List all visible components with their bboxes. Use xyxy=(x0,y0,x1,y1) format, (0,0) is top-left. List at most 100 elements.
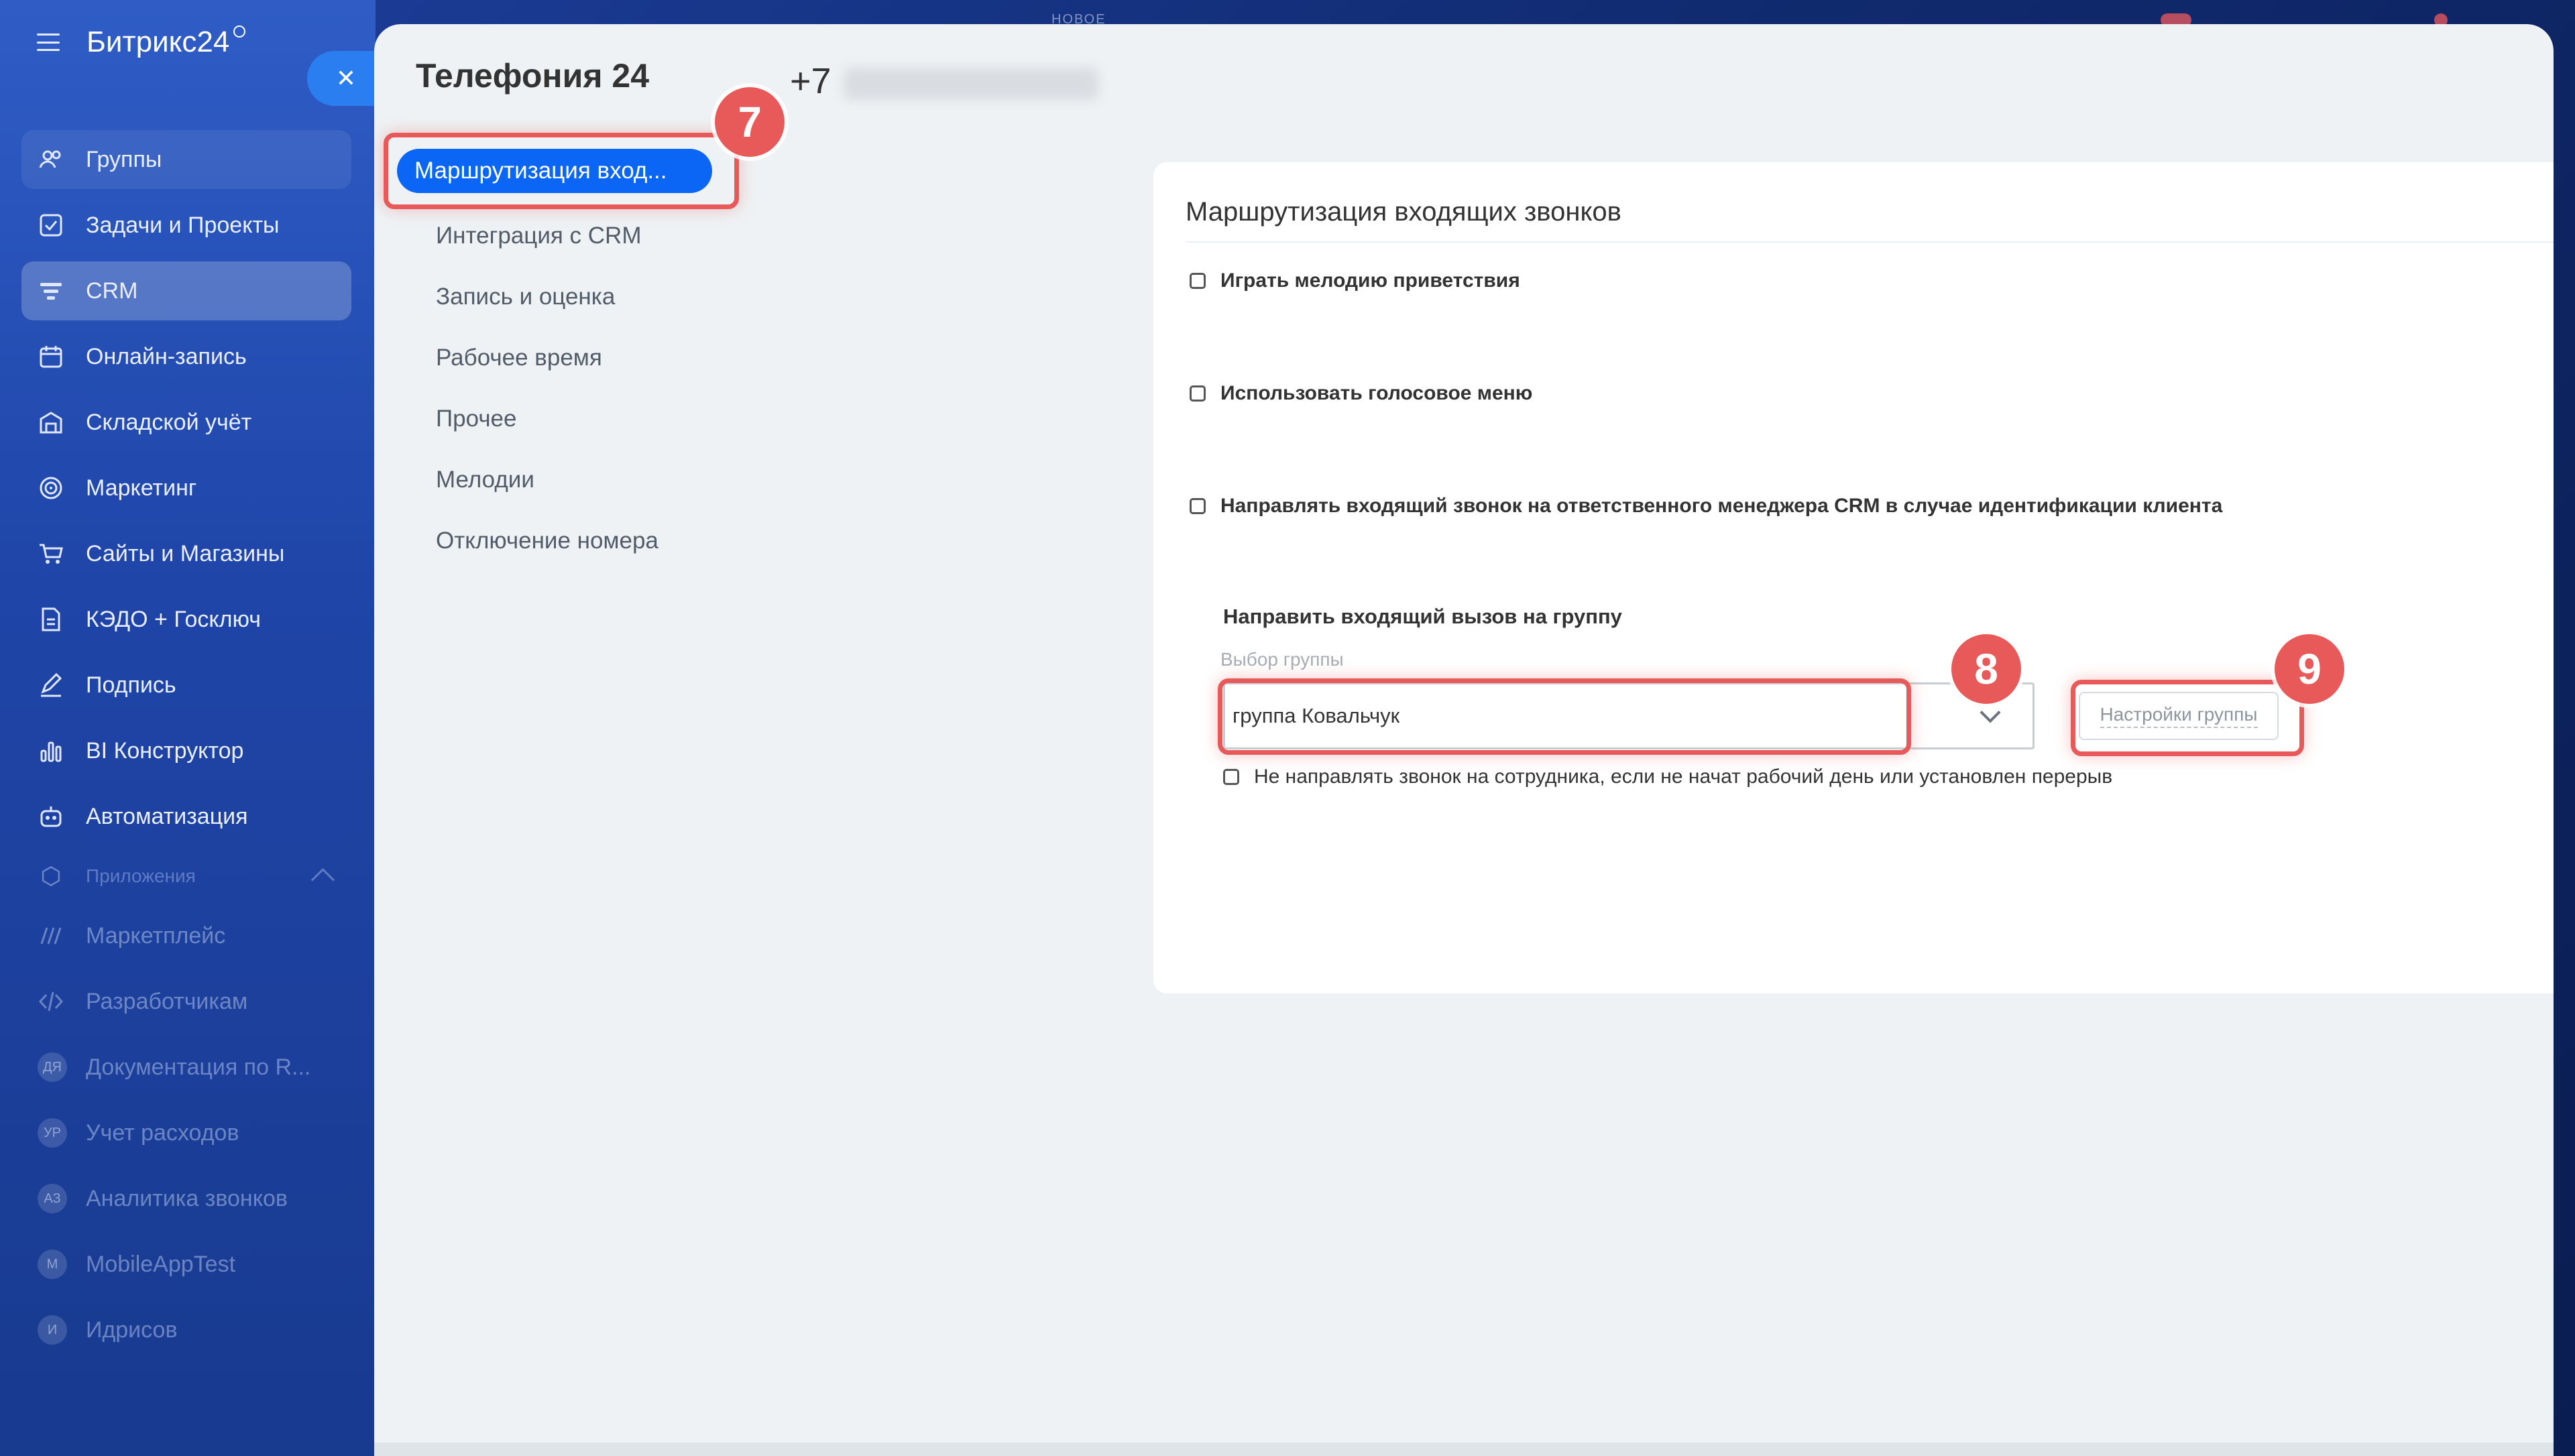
signature-icon xyxy=(38,672,64,699)
sidebar-item-label: Маркетинг xyxy=(86,475,197,501)
phone-prefix: +7 xyxy=(790,61,832,101)
sidebar-item-label: MobileAppTest xyxy=(86,1251,236,1277)
calendar-icon xyxy=(38,343,64,370)
cart-icon xyxy=(38,540,64,567)
group-select-label: Выбор группы xyxy=(1220,649,1344,670)
sidebar-item-app[interactable]: M MobileAppTest xyxy=(21,1235,351,1294)
sidebar-item-sites[interactable]: Сайты и Магазины xyxy=(21,524,351,583)
highlight-frame-7 xyxy=(384,133,739,209)
brand-name[interactable]: Битрикс24 xyxy=(87,25,229,59)
sidebar-item-label: Подпись xyxy=(86,672,176,698)
tab-working-time[interactable]: Рабочее время xyxy=(416,327,684,388)
tasks-icon xyxy=(38,212,64,239)
group-title: Направить входящий вызов на группу xyxy=(1223,605,1622,628)
sidebar-item-label: Идрисов xyxy=(86,1317,178,1343)
sidebar-item-marketing[interactable]: Маркетинг xyxy=(21,459,351,518)
robot-icon xyxy=(38,803,64,830)
marketplace-icon xyxy=(38,922,64,949)
sidebar-item-tasks[interactable]: Задачи и Проекты xyxy=(21,196,351,255)
avatar: УР xyxy=(38,1118,67,1148)
highlight-frame-8 xyxy=(1218,678,1911,755)
sidebar-item-marketplace[interactable]: Маркетплейс xyxy=(21,906,351,965)
sidebar-item-label: CRM xyxy=(86,278,138,304)
sidebar-item-label: Группы xyxy=(86,146,162,172)
sidebar-item-app[interactable]: АЗ Аналитика звонков xyxy=(21,1169,351,1228)
step-badge-8: 8 xyxy=(1951,634,2021,704)
page-title: Телефония 24 xyxy=(416,57,650,95)
crm-icon xyxy=(38,278,64,304)
sidebar-item-app[interactable]: УР Учет расходов xyxy=(21,1103,351,1162)
step-badge-7: 7 xyxy=(715,87,785,157)
warehouse-icon xyxy=(38,409,64,436)
sidebar-item-groups[interactable]: Группы xyxy=(21,130,351,189)
avatar: ДЯ xyxy=(38,1052,67,1082)
phone-number: +7 xyxy=(790,60,1098,102)
routing-card: Маршрутизация входящих звонков Играть ме… xyxy=(1153,162,2554,993)
avatar: И xyxy=(38,1315,67,1345)
sidebar-item-signature[interactable]: Подпись xyxy=(21,656,351,715)
section-title: Маршрутизация входящих звонков xyxy=(1186,197,1621,227)
groups-icon xyxy=(38,146,64,173)
sidebar-item-label: Документация по R... xyxy=(86,1054,311,1080)
avatar: M xyxy=(38,1250,67,1279)
option-label: Не направлять звонок на сотрудника, если… xyxy=(1254,766,2113,788)
voice-menu-checkbox[interactable] xyxy=(1190,385,1206,402)
tab-melodies[interactable]: Мелодии xyxy=(416,449,684,510)
sidebar-item-label: Сайты и Магазины xyxy=(86,540,285,566)
sidebar-item-kedo[interactable]: КЭДО + Госключ xyxy=(21,590,351,649)
code-icon xyxy=(38,988,64,1015)
sidebar-item-app[interactable]: И Идрисов xyxy=(21,1300,351,1359)
panel-footer xyxy=(374,1443,2554,1456)
sidebar-item-label: Разработчикам xyxy=(86,988,248,1014)
option-greeting: Играть мелодию приветствия xyxy=(1190,269,1520,292)
close-icon: ✕ xyxy=(335,64,357,92)
chevron-up-icon[interactable] xyxy=(310,867,335,892)
sidebar-item-bi[interactable]: BI Конструктор xyxy=(21,721,351,780)
phone-number-blurred xyxy=(843,67,1098,100)
option-voice-menu: Использовать голосовое меню xyxy=(1190,382,1532,405)
document-icon xyxy=(38,606,64,633)
sidebar-item-label: BI Конструктор xyxy=(86,737,244,764)
option-label: Направлять входящий звонок на ответствен… xyxy=(1220,495,2223,517)
greeting-checkbox[interactable] xyxy=(1190,273,1206,289)
sidebar-item-label: Автоматизация xyxy=(86,803,248,829)
sidebar-item-label: Аналитика звонков xyxy=(86,1185,288,1211)
tab-recording[interactable]: Запись и оценка xyxy=(416,266,684,327)
sidebar-section-apps[interactable]: Приложения xyxy=(21,853,351,900)
option-label: Использовать голосовое меню xyxy=(1220,382,1533,404)
highlight-frame-9 xyxy=(2071,680,2304,756)
step-badge-9: 9 xyxy=(2275,634,2344,704)
sidebar-item-label: Задачи и Проекты xyxy=(86,212,280,238)
skip-not-working-checkbox[interactable] xyxy=(1223,769,1239,785)
menu-burger-icon[interactable] xyxy=(37,34,60,51)
avatar: АЗ xyxy=(38,1184,67,1213)
sidebar-menu: Группы Задачи и Проекты CRM Онлайн-запис… xyxy=(21,130,351,1366)
tab-other[interactable]: Прочее xyxy=(416,388,684,449)
option-label: Играть мелодию приветствия xyxy=(1220,269,1520,292)
sidebar-item-developers[interactable]: Разработчикам xyxy=(21,972,351,1031)
tab-number-disable[interactable]: Отключение номера xyxy=(416,510,684,571)
telephony-panel: Телефония 24 +7 Маршрутизация вход... 7 … xyxy=(374,24,2554,1456)
sidebar-item-label: КЭДО + Госключ xyxy=(86,606,261,632)
option-crm-manager: Направлять входящий звонок на ответствен… xyxy=(1190,495,2222,518)
chart-icon xyxy=(38,737,64,764)
apps-icon xyxy=(38,863,64,890)
sidebar-item-warehouse[interactable]: Складской учёт xyxy=(21,393,351,452)
sidebar-item-label: Складской учёт xyxy=(86,409,252,435)
marketing-icon xyxy=(38,475,64,501)
settings-nav: Интеграция с CRM Запись и оценка Рабочее… xyxy=(416,205,684,571)
sidebar-item-booking[interactable]: Онлайн-запись xyxy=(21,327,351,386)
tab-crm-integration[interactable]: Интеграция с CRM xyxy=(416,205,684,266)
sidebar-section-label: Приложения xyxy=(86,865,196,886)
sidebar-item-label: Учет расходов xyxy=(86,1119,239,1146)
sidebar-item-automation[interactable]: Автоматизация xyxy=(21,787,351,846)
sidebar-item-label: Маркетплейс xyxy=(86,922,226,949)
sidebar-item-app[interactable]: ДЯ Документация по R... xyxy=(21,1038,351,1097)
sidebar-item-label: Онлайн-запись xyxy=(86,343,247,369)
crm-manager-checkbox[interactable] xyxy=(1190,498,1206,514)
close-slider-button[interactable]: ✕ xyxy=(307,51,376,106)
sidebar-item-crm[interactable]: CRM xyxy=(21,261,351,320)
brand: Битрикс24 xyxy=(37,25,246,59)
divider xyxy=(1186,241,2554,243)
left-sidebar: Битрикс24 Группы Задачи и Проекты CRM Он… xyxy=(0,0,376,1456)
